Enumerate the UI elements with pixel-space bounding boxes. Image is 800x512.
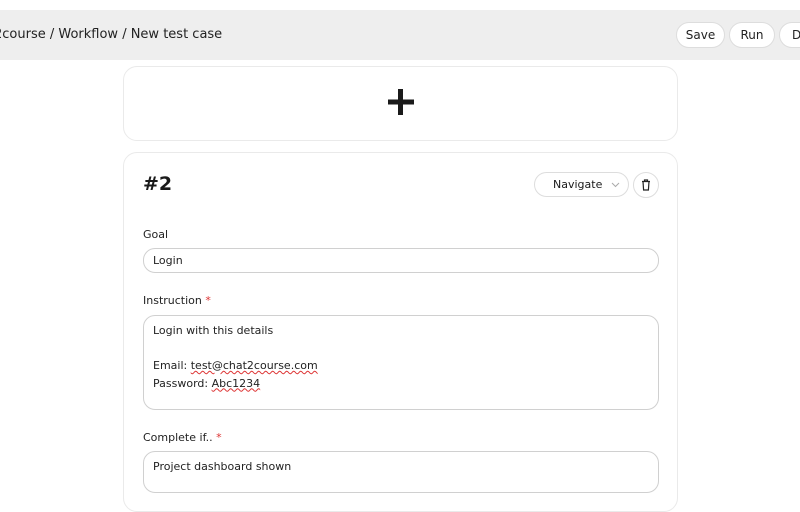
add-step-card[interactable] [123, 66, 678, 141]
chevron-down-icon [611, 182, 620, 188]
step-card: #2 Navigate Goal Login Instruction * Log… [123, 152, 678, 512]
delete-step-button[interactable] [633, 172, 659, 198]
instruction-textarea[interactable]: Login with this details Email: test@chat… [143, 315, 659, 410]
run-button[interactable]: Run [729, 22, 775, 48]
action-type-value: Navigate [553, 178, 603, 191]
trash-icon [642, 179, 650, 191]
goal-label: Goal [143, 228, 169, 241]
more-button[interactable]: D [779, 22, 800, 48]
breadcrumb: 2course / Workflow / New test case [0, 27, 223, 42]
complete-if-textarea[interactable]: Project dashboard shown [143, 451, 659, 493]
save-button[interactable]: Save [676, 22, 725, 48]
goal-input[interactable]: Login [143, 248, 659, 273]
instruction-label: Instruction * [143, 294, 211, 307]
action-type-select[interactable]: Navigate [534, 172, 629, 197]
top-bar: 2course / Workflow / New test case Save … [0, 10, 800, 60]
step-number: #2 [143, 173, 173, 195]
complete-if-label: Complete if.. * [143, 431, 222, 444]
plus-icon [388, 89, 414, 115]
